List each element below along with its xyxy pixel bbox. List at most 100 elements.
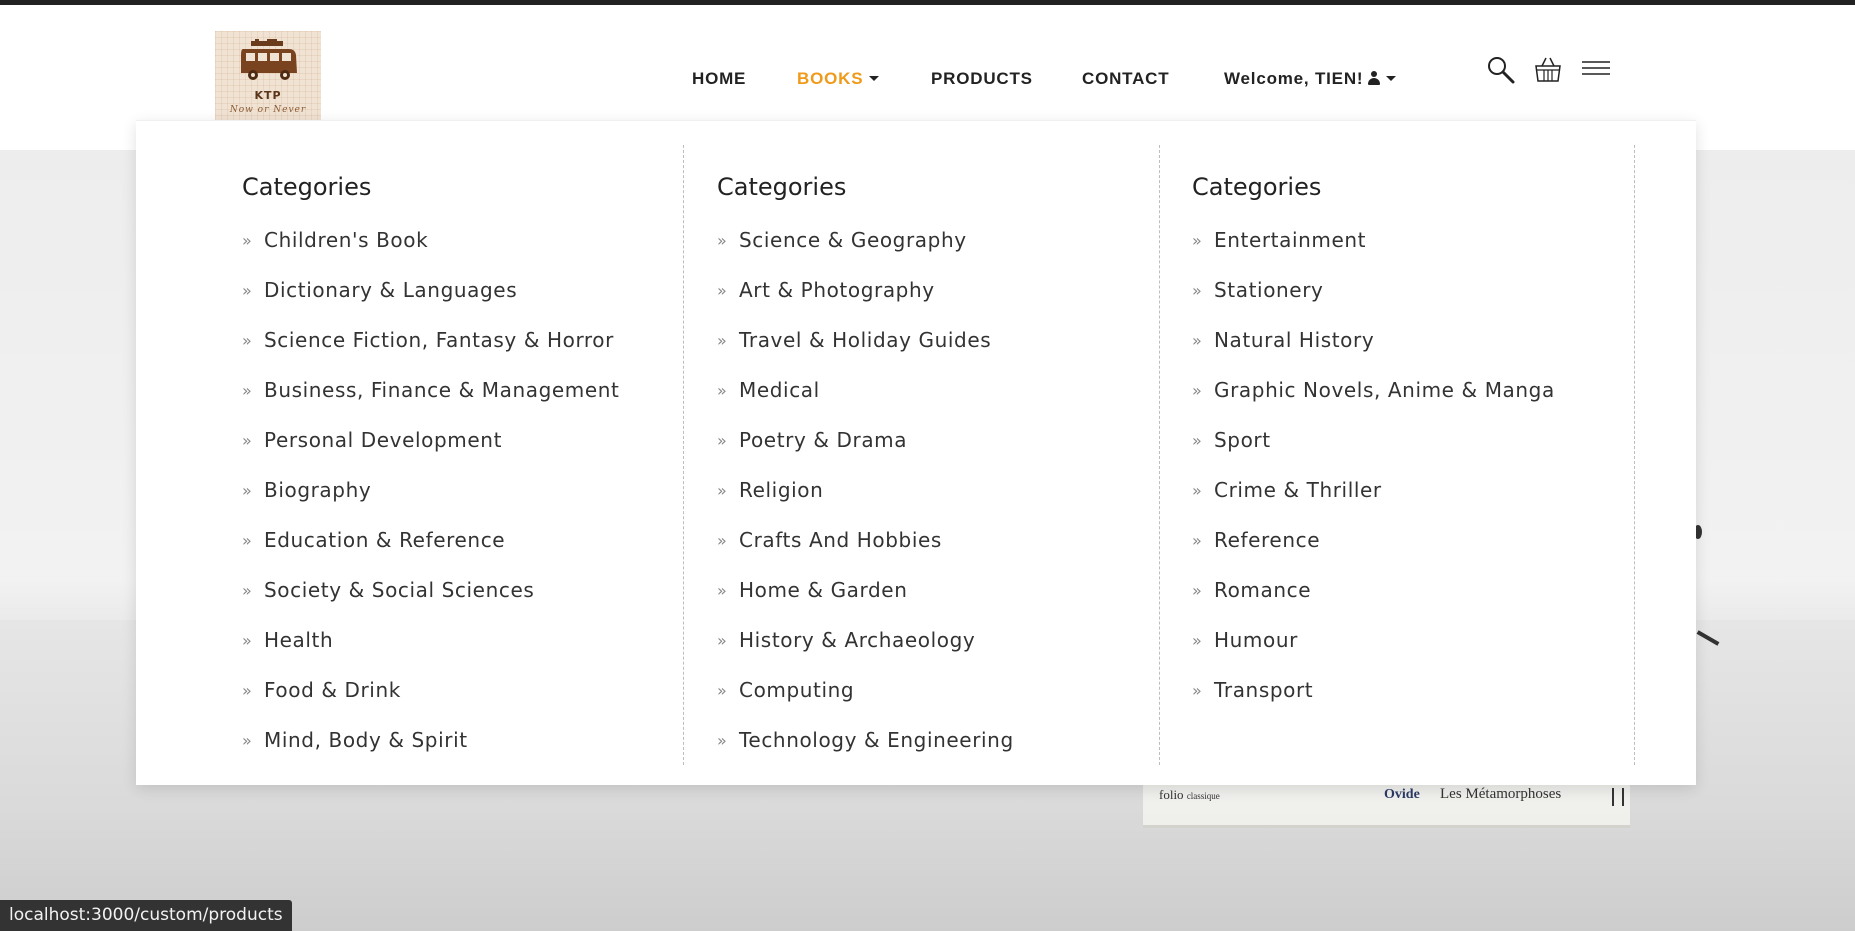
double-chevron-right-icon: » xyxy=(717,630,728,650)
category-label: Health xyxy=(264,628,334,652)
category-link[interactable]: » Children's Book xyxy=(242,215,619,265)
double-chevron-right-icon: » xyxy=(242,530,253,550)
cart-button[interactable] xyxy=(1533,55,1563,89)
category-link[interactable]: » Health xyxy=(242,615,619,665)
category-link[interactable]: » Technology & Engineering xyxy=(717,715,1014,765)
category-link[interactable]: » Art & Photography xyxy=(717,265,1014,315)
category-list: » Science & Geography » Art & Photography » T… xyxy=(717,215,1014,765)
category-label: Business, Finance & Management xyxy=(264,378,620,402)
double-chevron-right-icon: » xyxy=(1192,630,1203,650)
category-label: Entertainment xyxy=(1214,228,1367,252)
double-chevron-right-icon: » xyxy=(242,480,253,500)
category-label: Travel & Holiday Guides xyxy=(739,328,992,352)
category-link[interactable]: » Religion xyxy=(717,465,1014,515)
book-publisher: folio classique xyxy=(1159,787,1220,802)
category-link[interactable]: » Personal Development xyxy=(242,415,619,465)
double-chevron-right-icon: » xyxy=(1192,530,1203,550)
category-label: Humour xyxy=(1214,628,1298,652)
category-link[interactable]: » Entertainment xyxy=(1192,215,1555,265)
category-label: Food & Drink xyxy=(264,678,401,702)
double-chevron-right-icon: » xyxy=(242,730,253,750)
category-link[interactable]: » Transport xyxy=(1192,665,1555,715)
double-chevron-right-icon: » xyxy=(717,530,728,550)
category-link[interactable]: » Natural History xyxy=(1192,315,1555,365)
category-link[interactable]: » Romance xyxy=(1192,565,1555,615)
category-label: Children's Book xyxy=(264,228,429,252)
category-link[interactable]: » Food & Drink xyxy=(242,665,619,715)
chevron-down-icon xyxy=(1386,75,1397,81)
category-link[interactable]: » Crafts And Hobbies xyxy=(717,515,1014,565)
double-chevron-right-icon: » xyxy=(1192,230,1203,250)
brand-name: KTP xyxy=(254,89,282,102)
chevron-down-icon xyxy=(869,75,880,81)
category-link[interactable]: » Reference xyxy=(1192,515,1555,565)
category-link[interactable]: » Society & Social Sciences xyxy=(242,565,619,615)
category-link[interactable]: » Home & Garden xyxy=(717,565,1014,615)
category-link[interactable]: » Computing xyxy=(717,665,1014,715)
nav-books[interactable]: BOOKS xyxy=(797,69,880,89)
category-label: Dictionary & Languages xyxy=(264,278,518,302)
category-link[interactable]: » Mind, Body & Spirit xyxy=(242,715,619,765)
category-label: Personal Development xyxy=(264,428,503,452)
nav-user-menu[interactable]: Welcome, TIEN! xyxy=(1224,69,1397,89)
category-link[interactable]: » Travel & Holiday Guides xyxy=(717,315,1014,365)
double-chevron-right-icon: » xyxy=(717,280,728,300)
category-link[interactable]: » Crime & Thriller xyxy=(1192,465,1555,515)
category-link[interactable]: » Biography xyxy=(242,465,619,515)
double-chevron-right-icon: » xyxy=(717,680,728,700)
category-label: Mind, Body & Spirit xyxy=(264,728,468,752)
category-label: Computing xyxy=(739,678,855,702)
nav-products[interactable]: PRODUCTS xyxy=(931,69,1033,89)
category-link[interactable]: » Poetry & Drama xyxy=(717,415,1014,465)
category-link[interactable]: » Medical xyxy=(717,365,1014,415)
category-link[interactable]: » Graphic Novels, Anime & Manga xyxy=(1192,365,1555,415)
category-label: History & Archaeology xyxy=(739,628,976,652)
menu-button[interactable] xyxy=(1581,59,1611,83)
basket-icon xyxy=(1535,57,1561,82)
nav-contact[interactable]: CONTACT xyxy=(1082,69,1169,89)
category-label: Poetry & Drama xyxy=(739,428,908,452)
column-title: Categories xyxy=(1192,173,1322,201)
category-label: Technology & Engineering xyxy=(739,728,1014,752)
category-column-2: Categories » Science & Geography » Art & Ph… xyxy=(717,145,1160,765)
category-column-3: Categories » Entertainment » Stationery » Nat… xyxy=(1192,145,1635,765)
double-chevron-right-icon: » xyxy=(1192,330,1203,350)
double-chevron-right-icon: » xyxy=(1192,280,1203,300)
double-chevron-right-icon: » xyxy=(242,680,253,700)
column-title: Categories xyxy=(717,173,847,201)
book-spine-mark xyxy=(1612,788,1624,806)
double-chevron-right-icon: » xyxy=(242,230,253,250)
category-label: Transport xyxy=(1214,678,1314,702)
category-list: » Entertainment » Stationery » Natural Histor… xyxy=(1192,215,1555,715)
double-chevron-right-icon: » xyxy=(242,630,253,650)
double-chevron-right-icon: » xyxy=(1192,680,1203,700)
category-label: Natural History xyxy=(1214,328,1375,352)
double-chevron-right-icon: » xyxy=(1192,380,1203,400)
book-title: Les Métamorphoses xyxy=(1440,786,1562,802)
book-author: Ovide xyxy=(1384,787,1420,802)
category-link[interactable]: » Business, Finance & Management xyxy=(242,365,619,415)
category-link[interactable]: » Science Fiction, Fantasy & Horror xyxy=(242,315,619,365)
category-link[interactable]: » Humour xyxy=(1192,615,1555,665)
brand-logo[interactable]: KTP Now or Never xyxy=(215,31,321,121)
category-list: » Children's Book» Dictionary & Languages»… xyxy=(242,215,619,765)
category-label: Crafts And Hobbies xyxy=(739,528,942,552)
category-link[interactable]: » Science & Geography xyxy=(717,215,1014,265)
category-link[interactable]: » Stationery xyxy=(1192,265,1555,315)
nav-home[interactable]: HOME xyxy=(692,69,746,89)
category-label: Education & Reference xyxy=(264,528,506,552)
category-link[interactable]: » Education & Reference xyxy=(242,515,619,565)
search-button[interactable] xyxy=(1486,55,1516,89)
category-link[interactable]: » History & Archaeology xyxy=(717,615,1014,665)
double-chevron-right-icon: » xyxy=(1192,430,1203,450)
double-chevron-right-icon: » xyxy=(1192,480,1203,500)
double-chevron-right-icon: » xyxy=(242,430,253,450)
category-label: Science Fiction, Fantasy & Horror xyxy=(264,328,614,352)
double-chevron-right-icon: » xyxy=(242,580,253,600)
double-chevron-right-icon: » xyxy=(717,330,728,350)
column-title: Categories xyxy=(242,173,372,201)
double-chevron-right-icon: » xyxy=(717,580,728,600)
double-chevron-right-icon: » xyxy=(1192,580,1203,600)
category-link[interactable]: » Dictionary & Languages xyxy=(242,265,619,315)
category-link[interactable]: » Sport xyxy=(1192,415,1555,465)
